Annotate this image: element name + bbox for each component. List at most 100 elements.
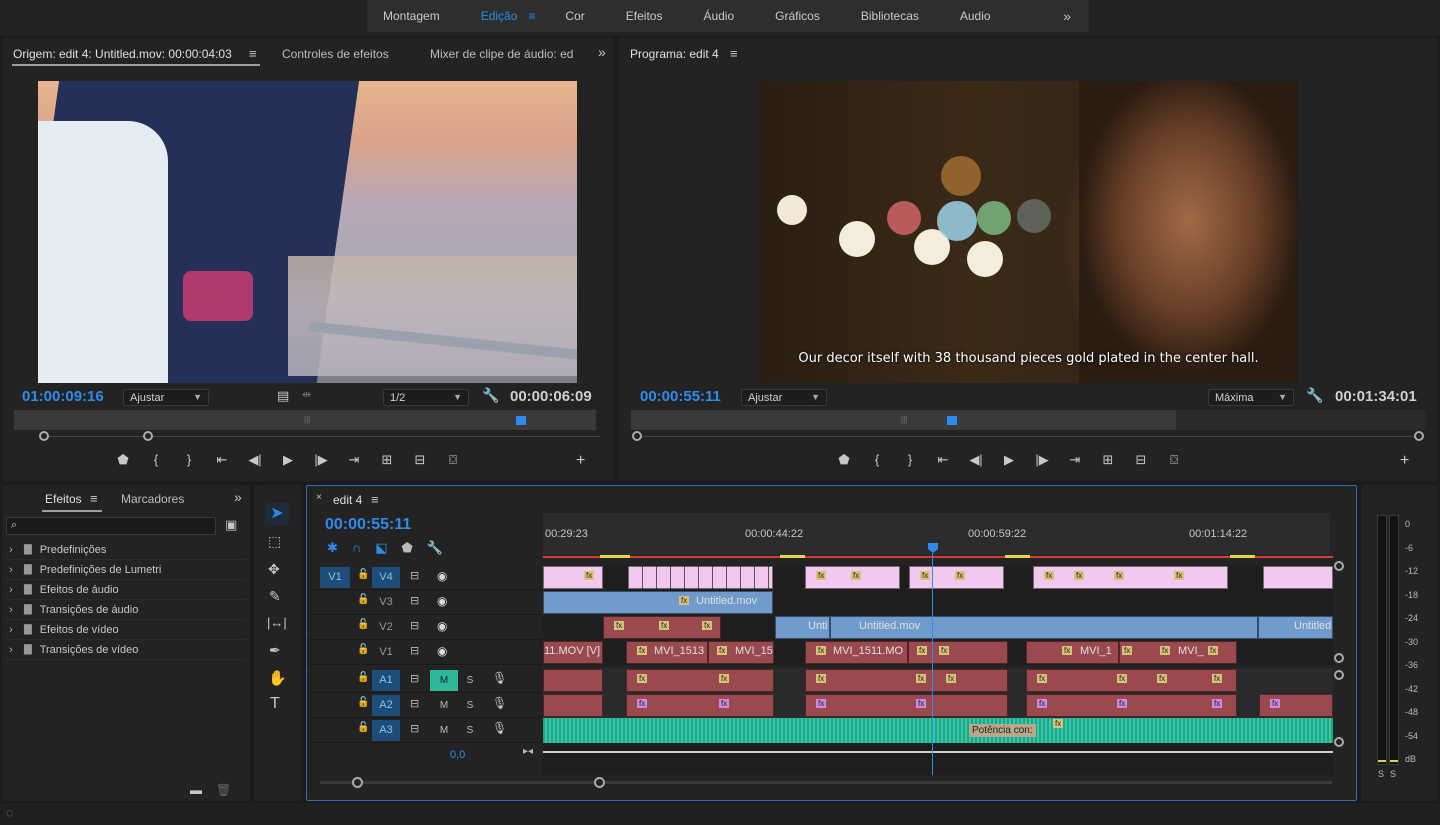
chevron-right-icon[interactable]: › — [6, 564, 16, 576]
sequence-tab[interactable]: edit 4 — [333, 493, 362, 507]
hamburger-icon[interactable]: ≡ — [528, 9, 535, 23]
toggle-sync-icon[interactable]: ⊟ — [410, 644, 419, 657]
folder-icon[interactable]: ▬ — [190, 783, 202, 797]
toggle-sync-icon[interactable]: ⊟ — [410, 594, 419, 607]
ripple-edit-tool-icon[interactable]: ✥ — [268, 561, 280, 578]
clip-a2[interactable] — [543, 694, 603, 717]
snap-icon[interactable]: ∩ — [352, 540, 361, 556]
step-forward-icon[interactable]: |▶ — [1029, 452, 1055, 468]
mark-in-icon[interactable]: { — [143, 452, 169, 468]
nest-icon[interactable]: ✱ — [327, 540, 338, 556]
clip-v4[interactable] — [1263, 566, 1333, 589]
step-back-icon[interactable]: ◀| — [963, 452, 989, 468]
workspace-tab[interactable]: Bibliotecas — [845, 9, 944, 23]
lock-icon[interactable]: 🔓 — [357, 672, 369, 683]
clip-label[interactable]: Potência con: — [969, 724, 1036, 737]
clip-v2[interactable]: fx fx fx — [603, 616, 721, 639]
program-playhead[interactable] — [947, 416, 957, 425]
chevron-right-icon[interactable]: › — [6, 624, 16, 636]
clip-v4[interactable]: fx fx — [805, 566, 900, 589]
clip-v1[interactable]: 11.MOV [V] — [543, 641, 603, 664]
play-icon[interactable]: ▶ — [996, 452, 1022, 468]
panel-menu-icon[interactable]: ≡ — [249, 46, 257, 61]
toggle-sync-icon[interactable]: ⊟ — [410, 672, 419, 685]
double-chevron-right-icon[interactable]: » — [1063, 8, 1089, 24]
timeline-horizontal-scrollbar[interactable] — [320, 781, 1332, 784]
timeline-timecode[interactable]: 00:00:55:11 — [325, 516, 411, 534]
clip-v2[interactable]: Untitled.mov — [830, 616, 1258, 639]
insert-icon[interactable]: ⊞ — [374, 452, 400, 468]
source-scrub-bar[interactable]: ||| — [14, 410, 596, 430]
lock-icon[interactable]: 🔓 — [357, 722, 369, 733]
scroll-handle-left[interactable] — [352, 777, 363, 788]
track-target-a1[interactable]: A1 — [372, 670, 400, 691]
track-target-v4[interactable]: V4 — [372, 567, 400, 588]
program-title[interactable]: Programa: edit 4 — [630, 47, 719, 61]
track-target-v3[interactable]: V3 — [372, 592, 400, 613]
clip-v1[interactable]: fx fx — [908, 641, 1008, 664]
effects-tree-item[interactable]: › ▇ Efeitos de áudio — [6, 580, 246, 600]
add-marker-icon[interactable]: ⬟ — [402, 540, 413, 556]
clip-v4[interactable]: fx — [543, 566, 603, 589]
clip-v4[interactable]: fx fx — [909, 566, 1004, 589]
resolution-dropdown[interactable]: 1/2 ▼ — [383, 389, 469, 406]
tab-effects[interactable]: Efeitos — [45, 492, 82, 506]
clip-v2[interactable]: Untitled — [1258, 616, 1333, 639]
effects-tree-item[interactable]: › ▇ Efeitos de vídeo — [6, 620, 246, 640]
pen-tool-icon[interactable]: ✒ — [269, 642, 281, 659]
selection-tool-icon[interactable]: ➤ — [265, 503, 289, 525]
slip-tool-icon[interactable]: |↔| — [267, 615, 287, 630]
workspace-tab[interactable]: Áudio — [687, 9, 759, 23]
eye-icon[interactable]: ◉ — [437, 569, 447, 583]
add-button-icon[interactable]: + — [576, 452, 585, 470]
vscroll-handle[interactable] — [1334, 653, 1344, 663]
workspace-tab[interactable]: Cor — [549, 9, 609, 23]
step-forward-icon[interactable]: |▶ — [308, 452, 334, 468]
toggle-sync-icon[interactable]: ⊟ — [410, 722, 419, 735]
program-scrub-bar[interactable]: ||| — [631, 410, 1176, 430]
source-playhead[interactable] — [516, 416, 526, 425]
panel-menu-icon[interactable]: ≡ — [371, 492, 379, 507]
extract-icon[interactable]: ⊟ — [1128, 452, 1154, 468]
trash-icon[interactable]: 🗑 — [216, 783, 231, 797]
chevron-right-icon[interactable]: › — [6, 584, 16, 596]
toggle-sync-icon[interactable]: ⊟ — [410, 619, 419, 632]
toggle-sync-icon[interactable]: ⊟ — [410, 569, 419, 582]
tab-audio-clip-mixer[interactable]: Mixer de clipe de áudio: ed — [430, 47, 573, 61]
solo-button-a3[interactable]: S — [462, 720, 478, 741]
overwrite-icon[interactable]: ⊟ — [407, 452, 433, 468]
lock-icon[interactable]: 🔓 — [357, 569, 369, 580]
lock-icon[interactable]: 🔓 — [357, 697, 369, 708]
go-to-out-icon[interactable]: ⇥ — [1062, 452, 1088, 468]
clip-a1[interactable] — [543, 669, 603, 692]
chevron-right-icon[interactable]: › — [6, 644, 16, 656]
scroll-handle-right[interactable] — [594, 777, 605, 788]
solo-button-a1[interactable]: S — [462, 670, 478, 691]
track-target-v1[interactable]: V1 — [372, 642, 400, 663]
solo-right-button[interactable]: S — [1390, 769, 1396, 779]
effects-tree-item[interactable]: › ▇ Predefinições de Lumetri — [6, 560, 246, 580]
clip-a2[interactable]: fx fx — [626, 694, 774, 717]
go-to-in-icon[interactable]: ⇤ — [930, 452, 956, 468]
effects-search-input[interactable]: ⌕ — [6, 517, 216, 535]
program-fit-dropdown[interactable]: Ajustar ▼ — [741, 389, 827, 406]
clip-v1[interactable]: fx MVI_1 — [1026, 641, 1119, 664]
mute-button-a1[interactable]: M — [430, 670, 458, 691]
wrench-icon[interactable]: 🔧 — [482, 387, 499, 404]
clip-a1[interactable]: fx fx fx fx — [1026, 669, 1237, 692]
double-chevron-right-icon[interactable]: » — [598, 44, 606, 60]
camera-icon[interactable]: ⌼ — [1161, 452, 1187, 468]
wrench-icon[interactable]: 🔧 — [1306, 387, 1323, 404]
microphone-icon[interactable]: 🎙 — [492, 696, 507, 710]
double-chevron-right-icon[interactable]: » — [234, 489, 242, 505]
toggle-sync-icon[interactable]: ⊟ — [410, 697, 419, 710]
vscroll-handle[interactable] — [1334, 561, 1344, 571]
master-volume-value[interactable]: 0,0 — [450, 749, 465, 761]
mark-out-icon[interactable]: } — [176, 452, 202, 468]
settings-list-icon[interactable]: ▤ — [277, 388, 289, 404]
track-target-a3[interactable]: A3 — [372, 720, 400, 741]
effects-tree-item[interactable]: › ▇ Transições de áudio — [6, 600, 246, 620]
clip-v1[interactable]: fx MVI_15 — [708, 641, 774, 664]
razor-tool-icon[interactable]: ✎ — [269, 588, 281, 605]
tab-markers[interactable]: Marcadores — [121, 492, 184, 506]
